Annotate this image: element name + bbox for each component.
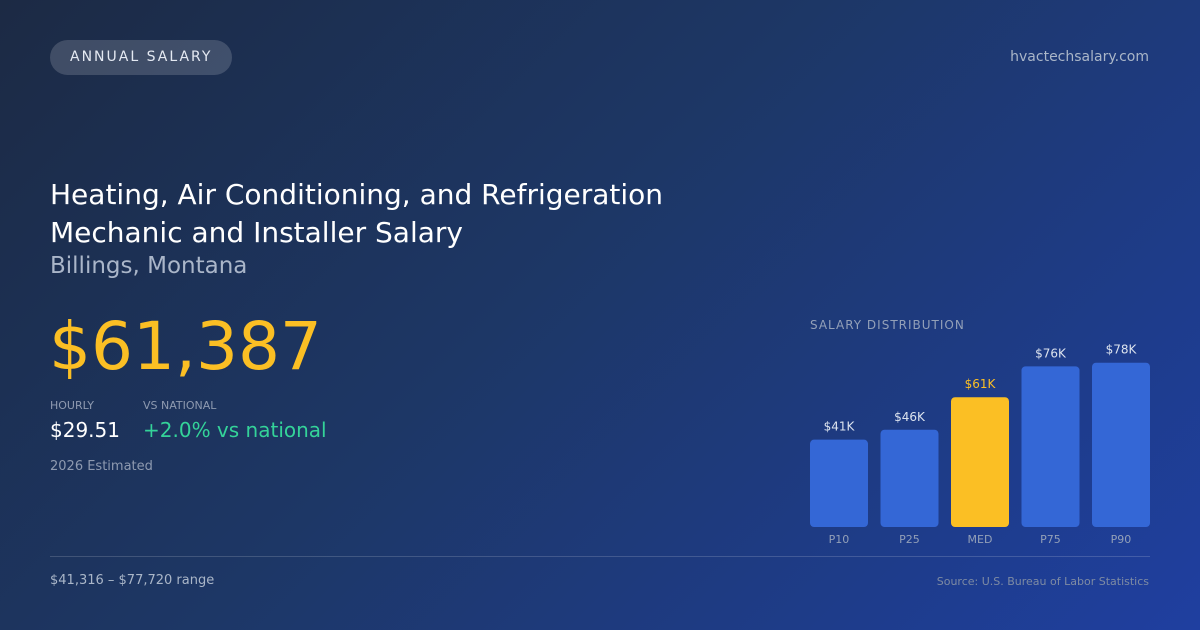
estimate-note: 2026 Estimated: [50, 459, 153, 474]
salary-distribution-chart: $41K P10 $46K P25 $61K MED $76K P75 $78K P90: [810, 343, 1150, 546]
site-domain: hvactechsalary.com: [1010, 49, 1149, 65]
page-title: Heating, Air Conditioning, and Refrigera…: [50, 176, 710, 252]
bar-p25: [880, 429, 939, 527]
vs-national-label: VS NATIONAL: [143, 399, 217, 412]
hourly-value: $29.51: [50, 418, 120, 442]
bar-value-label-p25: $46K: [894, 410, 926, 424]
bar-med: [951, 397, 1009, 527]
page-title-line-2: Mechanic and Installer Salary: [50, 216, 463, 249]
bar-value-label-med: $61K: [965, 377, 997, 391]
bar-value-label-p90: $78K: [1106, 343, 1138, 357]
x-tick-label-p75: P75: [1040, 533, 1061, 546]
annual-salary-badge: ANNUAL SALARY: [50, 40, 233, 75]
x-tick-label-med: MED: [968, 533, 993, 546]
data-source: Source: U.S. Bureau of Labor Statistics: [936, 575, 1149, 588]
location: Billings, Montana: [50, 253, 248, 279]
bar-p10: [810, 439, 868, 527]
bar-p75: [1021, 366, 1080, 527]
x-tick-label-p25: P25: [899, 533, 920, 546]
salary-card: ANNUAL SALARY hvactechsalary.com Heating…: [0, 0, 1200, 630]
x-tick-label-p90: P90: [1111, 533, 1132, 546]
annual-salary-value: $61,387: [49, 308, 322, 385]
hourly-label: HOURLY: [50, 399, 95, 412]
page-title-line-1: Heating, Air Conditioning, and Refrigera…: [50, 178, 664, 211]
vs-national-value: +2.0% vs national: [143, 418, 327, 442]
bar-value-label-p75: $76K: [1035, 346, 1067, 360]
x-tick-label-p10: P10: [829, 533, 850, 546]
footer-divider: [50, 556, 1150, 557]
bar-p90: [1092, 362, 1150, 527]
bar-value-label-p10: $41K: [824, 420, 856, 434]
salary-range: $41,316 – $77,720 range: [50, 573, 215, 588]
